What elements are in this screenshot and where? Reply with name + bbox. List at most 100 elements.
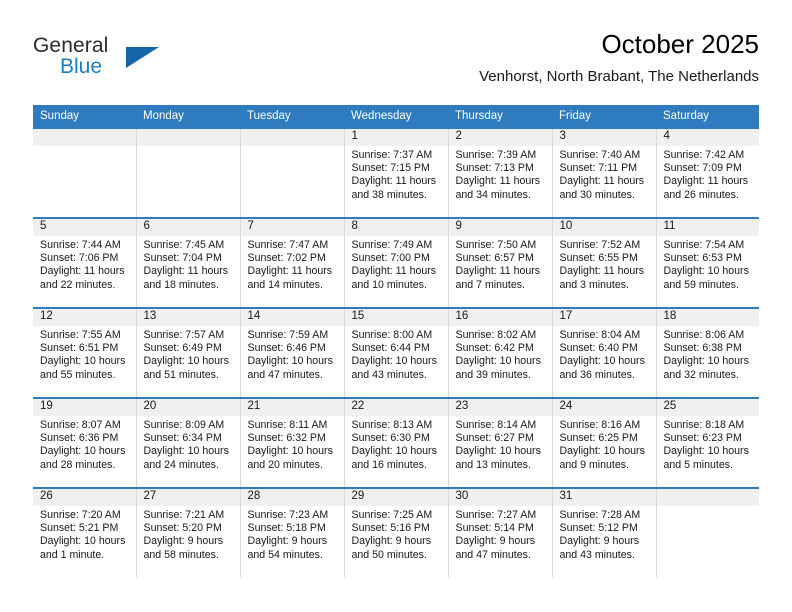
day-number: 23 [448, 399, 552, 416]
day-number: 8 [344, 219, 448, 236]
day-cell[interactable]: 12 Sunrise: 7:55 AM Sunset: 6:51 PM Dayligh… [33, 307, 137, 398]
day-cell[interactable] [656, 487, 759, 577]
sunset-text: Sunset: 6:51 PM [40, 342, 119, 355]
day-cell[interactable]: 20 Sunrise: 8:09 AM Sunset: 6:34 PM Dayligh… [136, 397, 241, 488]
daylight-text-line2: and 43 minutes. [559, 548, 635, 561]
general-blue-logo: General Blue [33, 34, 233, 90]
day-cell[interactable]: 24 Sunrise: 8:16 AM Sunset: 6:25 PM Dayligh… [552, 397, 657, 488]
sunrise-text: Sunrise: 7:42 AM [663, 149, 745, 161]
daylight-text-line2: and 58 minutes. [143, 548, 219, 561]
day-cell[interactable] [33, 127, 137, 218]
sunset-text: Sunset: 7:04 PM [143, 252, 222, 265]
day-cell[interactable]: 26 Sunrise: 7:20 AM Sunset: 5:21 PM Dayligh… [33, 487, 137, 577]
daylight-text-line1: Daylight: 9 hours [247, 535, 328, 548]
daylight-text-line2: and 59 minutes. [663, 278, 739, 291]
day-cell[interactable]: 31 Sunrise: 7:28 AM Sunset: 5:12 PM Dayligh… [552, 487, 657, 577]
sunset-text: Sunset: 6:44 PM [351, 342, 430, 355]
sunset-text: Sunset: 5:21 PM [40, 522, 119, 535]
day-cell[interactable] [240, 127, 345, 218]
daylight-text-line2: and 28 minutes. [40, 458, 116, 471]
sunrise-text: Sunrise: 8:07 AM [40, 419, 121, 431]
week-row: 19 Sunrise: 8:07 AM Sunset: 6:36 PM Dayligh… [33, 397, 759, 488]
daylight-text-line2: and 36 minutes. [559, 368, 635, 381]
daylight-text-line1: Daylight: 9 hours [559, 535, 640, 548]
day-cell[interactable]: 23 Sunrise: 8:14 AM Sunset: 6:27 PM Dayligh… [448, 397, 553, 488]
sunrise-text: Sunrise: 8:16 AM [559, 419, 641, 431]
day-cell[interactable]: 25 Sunrise: 8:18 AM Sunset: 6:23 PM Dayligh… [656, 397, 759, 488]
day-cell[interactable]: 10 Sunrise: 7:52 AM Sunset: 6:55 PM Dayligh… [552, 217, 657, 308]
day-cell[interactable] [136, 127, 241, 218]
day-cell[interactable]: 13 Sunrise: 7:57 AM Sunset: 6:49 PM Dayligh… [136, 307, 241, 398]
daylight-text-line2: and 1 minute. [40, 548, 105, 561]
day-number: 30 [448, 489, 552, 506]
sunrise-text: Sunrise: 7:21 AM [143, 509, 225, 521]
daylight-text-line1: Daylight: 11 hours [559, 265, 645, 278]
day-cell[interactable]: 6 Sunrise: 7:45 AM Sunset: 7:04 PM Daylight… [136, 217, 241, 308]
daylight-text-line2: and 24 minutes. [143, 458, 219, 471]
day-cell[interactable]: 14 Sunrise: 7:59 AM Sunset: 6:46 PM Dayligh… [240, 307, 345, 398]
day-number: 10 [552, 219, 656, 236]
day-cell[interactable]: 22 Sunrise: 8:13 AM Sunset: 6:30 PM Dayligh… [344, 397, 449, 488]
weekday-header-wednesday: Wednesday [344, 105, 448, 128]
day-number: 14 [240, 309, 344, 326]
daylight-text-line2: and 26 minutes. [663, 188, 739, 201]
weekday-header-row: Sunday Monday Tuesday Wednesday Thursday… [33, 105, 759, 128]
title-block: October 2025 Venhorst, North Brabant, Th… [479, 28, 759, 87]
daylight-text-line1: Daylight: 10 hours [40, 355, 126, 368]
sunrise-text: Sunrise: 7:47 AM [247, 239, 329, 251]
sunset-text: Sunset: 7:15 PM [351, 162, 430, 175]
day-number: 4 [656, 129, 759, 146]
daylight-text-line2: and 14 minutes. [247, 278, 323, 291]
daylight-text-line1: Daylight: 11 hours [351, 175, 437, 188]
daylight-text-line2: and 3 minutes. [559, 278, 630, 291]
sunset-text: Sunset: 5:14 PM [455, 522, 534, 535]
day-cell[interactable]: 15 Sunrise: 8:00 AM Sunset: 6:44 PM Dayligh… [344, 307, 449, 398]
sunset-text: Sunset: 6:40 PM [559, 342, 638, 355]
sunset-text: Sunset: 7:09 PM [663, 162, 742, 175]
sunrise-text: Sunrise: 8:06 AM [663, 329, 745, 341]
day-cell[interactable]: 30 Sunrise: 7:27 AM Sunset: 5:14 PM Dayligh… [448, 487, 553, 577]
sunrise-text: Sunrise: 8:11 AM [247, 419, 328, 431]
day-cell[interactable]: 2 Sunrise: 7:39 AM Sunset: 7:13 PM Daylight… [448, 127, 553, 218]
daylight-text-line2: and 47 minutes. [247, 368, 323, 381]
weekday-header-friday: Friday [552, 105, 656, 128]
day-cell[interactable]: 7 Sunrise: 7:47 AM Sunset: 7:02 PM Daylight… [240, 217, 345, 308]
day-cell[interactable]: 9 Sunrise: 7:50 AM Sunset: 6:57 PM Daylight… [448, 217, 553, 308]
day-cell[interactable]: 16 Sunrise: 8:02 AM Sunset: 6:42 PM Dayligh… [448, 307, 553, 398]
week-row: 1 Sunrise: 7:37 AM Sunset: 7:15 PM Daylight… [33, 127, 759, 218]
day-cell[interactable]: 8 Sunrise: 7:49 AM Sunset: 7:00 PM Daylight… [344, 217, 449, 308]
sunset-text: Sunset: 6:34 PM [143, 432, 222, 445]
sunset-text: Sunset: 7:13 PM [455, 162, 534, 175]
daylight-text-line2: and 32 minutes. [663, 368, 739, 381]
day-cell[interactable]: 3 Sunrise: 7:40 AM Sunset: 7:11 PM Daylight… [552, 127, 657, 218]
day-cell[interactable]: 21 Sunrise: 8:11 AM Sunset: 6:32 PM Dayligh… [240, 397, 345, 488]
day-cell[interactable]: 1 Sunrise: 7:37 AM Sunset: 7:15 PM Daylight… [344, 127, 449, 218]
day-number: 7 [240, 219, 344, 236]
page-subtitle: Venhorst, North Brabant, The Netherlands [479, 68, 759, 85]
sunrise-text: Sunrise: 8:00 AM [351, 329, 433, 341]
daylight-text-line2: and 10 minutes. [351, 278, 427, 291]
day-cell[interactable]: 28 Sunrise: 7:23 AM Sunset: 5:18 PM Dayligh… [240, 487, 345, 577]
page-title: October 2025 [601, 29, 759, 59]
sunrise-text: Sunrise: 7:50 AM [455, 239, 537, 251]
day-number: 16 [448, 309, 552, 326]
sunrise-text: Sunrise: 8:13 AM [351, 419, 433, 431]
day-number: 22 [344, 399, 448, 416]
logo-text-blue: Blue [60, 55, 103, 78]
day-cell[interactable]: 5 Sunrise: 7:44 AM Sunset: 7:06 PM Daylight… [33, 217, 137, 308]
day-cell[interactable]: 27 Sunrise: 7:21 AM Sunset: 5:20 PM Dayligh… [136, 487, 241, 577]
day-cell[interactable]: 11 Sunrise: 7:54 AM Sunset: 6:53 PM Dayligh… [656, 217, 759, 308]
sunrise-text: Sunrise: 7:39 AM [455, 149, 537, 161]
day-cell[interactable]: 29 Sunrise: 7:25 AM Sunset: 5:16 PM Dayligh… [344, 487, 449, 577]
daylight-text-line2: and 47 minutes. [455, 548, 531, 561]
day-cell[interactable]: 4 Sunrise: 7:42 AM Sunset: 7:09 PM Daylight… [656, 127, 759, 218]
day-cell[interactable]: 17 Sunrise: 8:04 AM Sunset: 6:40 PM Dayligh… [552, 307, 657, 398]
page-header: General Blue October 2025 Venhorst, Nort… [33, 28, 759, 98]
daylight-text-line1: Daylight: 9 hours [455, 535, 536, 548]
day-cell[interactable]: 19 Sunrise: 8:07 AM Sunset: 6:36 PM Dayligh… [33, 397, 137, 488]
day-cell[interactable]: 18 Sunrise: 8:06 AM Sunset: 6:38 PM Dayligh… [656, 307, 759, 398]
day-number [136, 129, 240, 146]
sunset-text: Sunset: 6:23 PM [663, 432, 742, 445]
day-number: 26 [33, 489, 136, 506]
daylight-text-line2: and 38 minutes. [351, 188, 427, 201]
